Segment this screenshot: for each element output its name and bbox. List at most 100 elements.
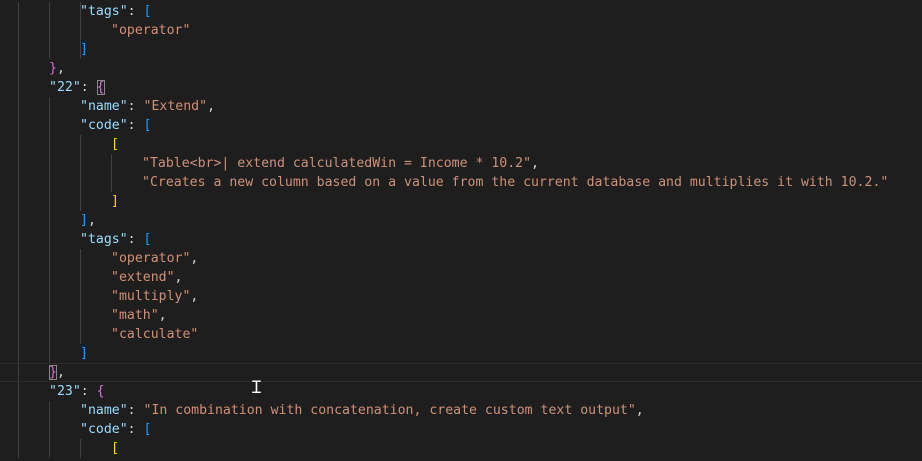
code-line-content: [ [111,135,119,154]
code-token: { [96,80,105,95]
code-token: "operator" [111,251,191,266]
code-token: , [174,270,183,285]
code-token: : [127,4,144,19]
code-token: , [635,403,644,418]
code-line-content: [ [111,439,119,458]
code-token: } [49,61,57,76]
code-token: } [49,365,57,380]
code-line[interactable]: "23": { [0,382,922,401]
code-token: [ [143,422,152,437]
code-line-content: "Creates a new column based on a value f… [142,173,888,192]
code-line-content: "calculate" [111,325,198,344]
code-line-content: ], [80,211,96,230]
code-token: ] [80,346,88,361]
code-token: [ [111,137,119,152]
code-token: , [87,213,96,228]
code-token: [ [111,441,119,456]
code-line[interactable]: "Creates a new column based on a value f… [0,173,922,192]
code-line[interactable]: [ [0,135,922,154]
code-line-content: "math", [111,306,167,325]
code-token: : [127,99,144,114]
code-line[interactable]: "operator", [0,249,922,268]
code-token: "code" [80,422,128,437]
code-line-content: "code": [ [80,420,151,439]
code-line-content: "tags": [ [80,2,151,21]
code-token: : [127,118,144,133]
code-line[interactable]: "code": [ [0,116,922,135]
code-line-content: "extend", [111,268,182,287]
code-line-content: "Table<br>| extend calculatedWin = Incom… [142,154,539,173]
code-line[interactable]: ] [0,40,922,59]
code-token: [ [143,118,152,133]
code-token: "Extend" [143,99,208,114]
code-token: "calculate" [111,327,199,342]
code-token: "tags" [80,232,128,247]
code-token: "extend" [111,270,175,285]
code-line-content: ] [111,192,119,211]
code-token: , [190,289,199,304]
code-line[interactable]: "math", [0,306,922,325]
code-line[interactable]: "extend", [0,268,922,287]
code-line[interactable]: "name": "Extend", [0,97,922,116]
code-token: ] [80,42,88,57]
code-token: "multiply" [111,289,191,304]
code-token: "code" [80,118,128,133]
code-editor[interactable]: "tags": ["operator"]}, "22": {"name": "Ex… [0,0,922,461]
code-line[interactable]: ], [0,211,922,230]
code-token: , [207,99,216,114]
code-token: : [127,403,144,418]
code-line[interactable]: "name": "In combination with concatenati… [0,401,922,420]
code-line-content: ] [80,40,88,59]
code-line-content: "operator" [111,21,190,40]
code-token: "name" [80,99,128,114]
code-token: "22" [49,80,81,95]
code-token: "Creates a new column based on a value f… [142,175,889,190]
code-token: ] [111,194,119,209]
code-line[interactable]: ] [0,344,922,363]
code-line-content: "tags": [ [80,230,151,249]
code-token: "name" [80,403,128,418]
code-token: , [56,61,65,76]
code-token: { [96,384,105,399]
text-ibeam-cursor-icon: Ｉ [248,378,265,398]
code-line-content: }, [49,364,65,381]
code-line-content: "22": { [49,78,105,97]
code-line[interactable]: "tags": [ [0,2,922,21]
code-token: [ [143,4,152,19]
code-line-content: "name": "In combination with concatenati… [80,401,644,420]
code-token: "23" [49,384,81,399]
code-token: , [56,365,65,380]
code-line-content: "code": [ [80,116,151,135]
code-line[interactable]: "operator" [0,21,922,40]
code-token: : [127,232,144,247]
code-line[interactable]: "22": { [0,78,922,97]
code-token: : [127,422,144,437]
code-line-content: "23": { [49,382,105,401]
code-line[interactable]: "calculate" [0,325,922,344]
code-line[interactable]: [ [0,439,922,458]
code-line[interactable]: "code": [ [0,420,922,439]
code-line-content: }, [49,59,65,78]
code-token: "In combination with concatenation, crea… [143,403,636,418]
code-line-content: "operator", [111,249,198,268]
code-line[interactable]: ] [0,192,922,211]
code-token: "math" [111,308,159,323]
code-token: , [531,156,539,171]
code-line[interactable]: }, [0,363,922,382]
code-line-content: "multiply", [111,287,198,306]
code-token: , [158,308,167,323]
code-token: : [80,384,97,399]
code-token: [ [143,232,152,247]
code-line-content: "name": "Extend", [80,97,215,116]
code-token: "operator" [111,23,191,38]
code-token: ] [80,213,88,228]
code-token: : [80,80,97,95]
code-token: , [190,251,199,266]
code-line[interactable]: "Table<br>| extend calculatedWin = Incom… [0,154,922,173]
code-token: "Table<br>| extend calculatedWin = Incom… [142,156,532,171]
code-line[interactable]: "multiply", [0,287,922,306]
code-token: "tags" [80,4,128,19]
code-line-content: ] [80,344,88,363]
code-line[interactable]: "tags": [ [0,230,922,249]
code-line[interactable]: }, [0,59,922,78]
